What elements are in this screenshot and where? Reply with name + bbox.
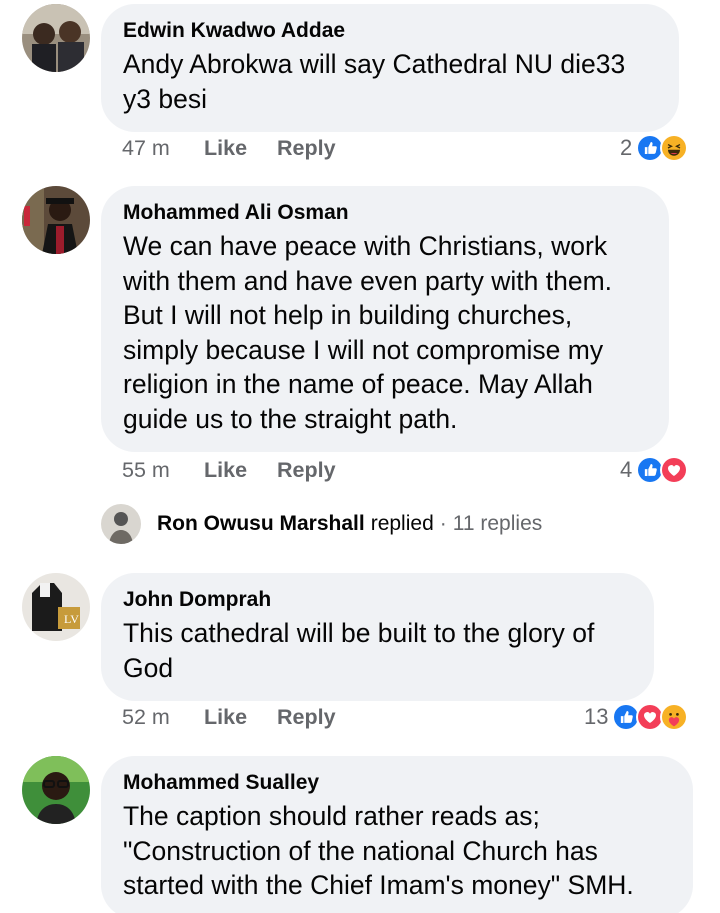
- reaction-count: 2: [620, 135, 633, 160]
- reply-author[interactable]: Ron Owusu Marshall: [157, 512, 365, 536]
- comment-bubble: Edwin Kwadwo Addae Andy Abrokwa will say…: [101, 4, 679, 132]
- separator-dot: ·: [439, 512, 447, 535]
- comment-actions: 52 m Like Reply: [122, 702, 336, 732]
- avatar[interactable]: LV: [22, 573, 90, 641]
- comment-author[interactable]: John Domprah: [123, 587, 632, 613]
- comment-author[interactable]: Edwin Kwadwo Addae: [123, 18, 657, 44]
- like-button[interactable]: Like: [204, 458, 277, 483]
- avatar[interactable]: [22, 186, 90, 254]
- replies-count[interactable]: 11 replies: [453, 512, 543, 536]
- comment-bubble: Mohammed Ali Osman We can have peace wit…: [101, 186, 669, 452]
- avatar[interactable]: [22, 4, 90, 72]
- comment-author[interactable]: Mohammed Ali Osman: [123, 200, 647, 226]
- reaction-count: 4: [620, 457, 633, 482]
- timestamp[interactable]: 52 m: [122, 705, 204, 730]
- view-replies-link[interactable]: Ron Owusu Marshall replied · 11 replies: [101, 503, 542, 545]
- comment-text: The caption should rather reads as; "Con…: [123, 801, 634, 900]
- reaction-summary[interactable]: 4: [620, 453, 689, 487]
- reply-button[interactable]: Reply: [277, 458, 336, 483]
- comment-text: This cathedral will be built to the glor…: [123, 618, 595, 683]
- reaction-summary[interactable]: 2: [620, 131, 689, 165]
- comment-author[interactable]: Mohammed Sualley: [123, 770, 671, 796]
- timestamp[interactable]: 47 m: [122, 136, 204, 161]
- reaction-count: 13: [584, 704, 609, 729]
- avatar[interactable]: [22, 756, 90, 824]
- replied-label: replied: [370, 512, 434, 535]
- reaction-summary[interactable]: 13: [584, 700, 689, 734]
- reply-button[interactable]: Reply: [277, 705, 336, 730]
- haha-icon: [660, 134, 689, 162]
- love-icon: [660, 456, 689, 484]
- svg-text:LV: LV: [64, 612, 79, 626]
- care-icon: [660, 703, 689, 731]
- comment-text: Andy Abrokwa will say Cathedral NU die33…: [123, 49, 626, 114]
- reply-avatar: [101, 504, 141, 544]
- comment-text: We can have peace with Christians, work …: [123, 231, 613, 434]
- comment-actions: 55 m Like Reply: [122, 455, 336, 485]
- reply-button[interactable]: Reply: [277, 136, 336, 161]
- like-button[interactable]: Like: [204, 136, 277, 161]
- timestamp[interactable]: 55 m: [122, 458, 204, 483]
- comment-bubble: Mohammed Sualley The caption should rath…: [101, 756, 693, 913]
- like-button[interactable]: Like: [204, 705, 277, 730]
- comment-actions: 47 m Like Reply: [122, 133, 336, 163]
- comment-bubble: John Domprah This cathedral will be buil…: [101, 573, 654, 701]
